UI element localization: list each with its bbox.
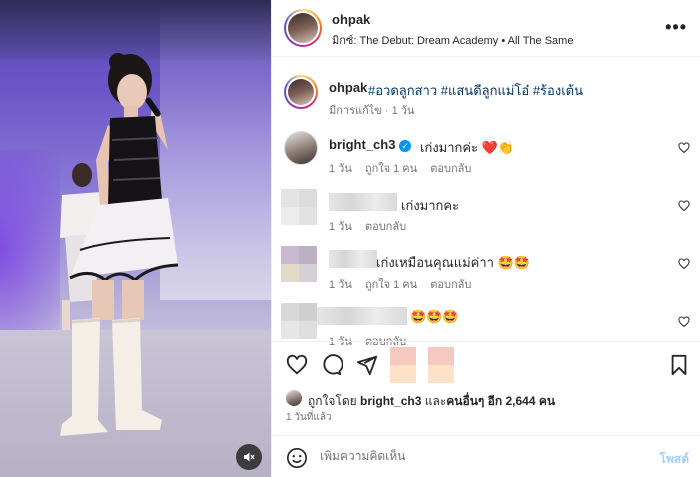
blurred-region <box>390 347 416 383</box>
audio-track-link[interactable]: มิกซ์: The Debut: Dream Academy • All Th… <box>332 31 573 49</box>
like-comment-heart-icon[interactable] <box>678 316 690 328</box>
comment-likes-count[interactable]: ถูกใจ 1 คน <box>365 279 417 291</box>
comment-text: เก่งมากค่ะ ❤️👏 <box>420 140 515 155</box>
comment-meta: 1 วัน ถูกใจ 1 คน ตอบกลับ <box>329 275 481 293</box>
verified-badge-icon: ✓ <box>399 139 412 152</box>
comment-meta: 1 วัน ถูกใจ 1 คน ตอบกลับ <box>329 159 481 177</box>
caption-hashtags[interactable]: #อวดลูกสาว #แสนดีลูกแม่โอ๋ #ร้องเต้น <box>368 80 583 101</box>
likes-summary[interactable]: ถูกใจโดย bright_ch3 และคนอื่นๆ อีก 2,644… <box>308 392 555 411</box>
comment-avatar-blurred[interactable] <box>281 189 317 225</box>
comment-username[interactable]: bright_ch3 ✓ <box>329 137 412 152</box>
caption-meta: มีการแก้ไข · 1 วัน <box>329 105 415 117</box>
other-likers-link[interactable]: คนอื่นๆ อีก 2,644 คน <box>446 394 555 408</box>
reply-button[interactable]: ตอบกลับ <box>430 163 471 175</box>
comment-text: เก่งมากคะ <box>401 198 460 213</box>
comment-avatar-blurred[interactable] <box>281 303 317 339</box>
comment-username-blurred[interactable] <box>329 193 397 211</box>
comment-avatar-blurred[interactable] <box>281 246 317 282</box>
like-comment-heart-icon[interactable] <box>678 258 690 270</box>
performer-figure <box>60 53 179 436</box>
reply-button[interactable]: ตอบกลับ <box>430 279 471 291</box>
comment-username-blurred[interactable] <box>317 307 407 325</box>
add-comment-bar: โพสต์ <box>272 435 700 477</box>
save-bookmark-icon[interactable] <box>668 354 690 376</box>
author-username[interactable]: ohpak <box>332 12 370 27</box>
liker-username[interactable]: bright_ch3 <box>360 394 421 408</box>
comment-time: 1 วัน <box>329 163 352 175</box>
comment-time: 1 วัน <box>329 221 352 233</box>
post-timestamp[interactable]: 1 วันที่แล้ว <box>286 410 332 425</box>
comment-time: 1 วัน <box>329 279 352 291</box>
blurred-region <box>428 347 454 383</box>
like-comment-heart-icon[interactable] <box>678 142 690 154</box>
share-send-icon[interactable] <box>356 354 378 376</box>
post-comment-button[interactable]: โพสต์ <box>660 450 689 469</box>
comment-username-blurred[interactable] <box>329 250 377 268</box>
comment-meta: 1 วัน ตอบกลับ <box>329 217 416 235</box>
comment-bubble-icon[interactable] <box>321 354 343 376</box>
speaker-muted-icon <box>244 452 255 462</box>
more-options-button[interactable]: ••• <box>665 17 687 38</box>
post-header: ohpak มิกซ์: The Debut: Dream Academy • … <box>272 0 700 57</box>
author-avatar[interactable] <box>284 9 322 47</box>
comment-input[interactable] <box>320 449 640 463</box>
liker-avatar[interactable] <box>286 390 302 406</box>
post-media-video[interactable] <box>0 0 271 477</box>
mute-toggle-button[interactable] <box>236 444 262 470</box>
post-details-panel: ohpak มิกซ์: The Debut: Dream Academy • … <box>271 0 700 477</box>
post-action-bar <box>272 341 700 383</box>
reply-button[interactable]: ตอบกลับ <box>365 221 406 233</box>
like-comment-heart-icon[interactable] <box>678 200 690 212</box>
emoji-smiley-icon[interactable] <box>286 447 308 469</box>
comment-avatar[interactable] <box>284 131 318 165</box>
like-heart-icon[interactable] <box>286 354 308 376</box>
comment-likes-count[interactable]: ถูกใจ 1 คน <box>365 163 417 175</box>
comment-text: เก่งเหมือนคุณแม่ค่าา 🤩🤩 <box>376 255 530 270</box>
caption-username[interactable]: ohpak <box>329 80 367 95</box>
caption-avatar[interactable] <box>284 75 318 109</box>
comment-text: 🤩🤩🤩 <box>410 309 459 324</box>
